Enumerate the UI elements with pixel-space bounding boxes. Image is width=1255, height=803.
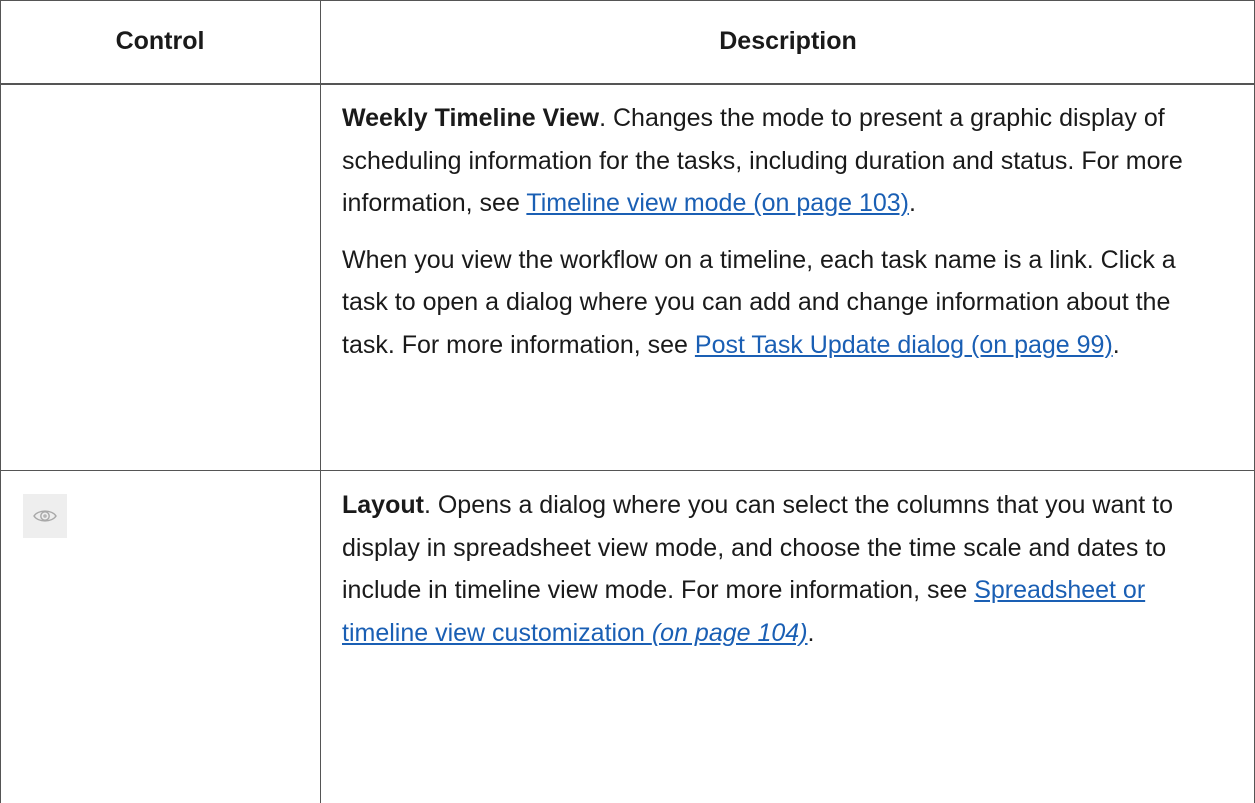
weekly-timeline-paragraph-2: When you view the workflow on a timeline… (342, 239, 1222, 367)
header-description: Description (719, 27, 857, 55)
post-task-update-link[interactable]: Post Task Update dialog (on page 99) (695, 331, 1113, 359)
timeline-task-text-end: . (1112, 330, 1120, 359)
view-customization-link-page: (on page 104) (651, 618, 808, 647)
layout-title: Layout (342, 491, 424, 519)
weekly-timeline-title: Weekly Timeline View (342, 104, 600, 132)
timeline-view-mode-link[interactable]: Timeline view mode (on page 103) (526, 189, 909, 217)
row-layout-description: Layout. Opens a dialog where you can sel… (342, 484, 1222, 654)
layout-control-button[interactable] (23, 494, 67, 538)
column-divider (320, 0, 321, 803)
weekly-timeline-paragraph-1: Weekly Timeline View. Changes the mode t… (342, 97, 1222, 225)
header-bottom-border (0, 83, 1255, 85)
row-divider (0, 470, 1255, 471)
eye-icon (33, 510, 57, 522)
header-control: Control (115, 27, 205, 55)
layout-paragraph-1: Layout. Opens a dialog where you can sel… (342, 484, 1222, 654)
table-left-border (0, 0, 1, 803)
layout-text-end: . (807, 618, 815, 647)
weekly-timeline-text-end: . (908, 189, 916, 217)
row-weekly-timeline-description: Weekly Timeline View. Changes the mode t… (342, 97, 1222, 366)
document-table: Control Description Weekly Timeline View… (0, 0, 1255, 803)
